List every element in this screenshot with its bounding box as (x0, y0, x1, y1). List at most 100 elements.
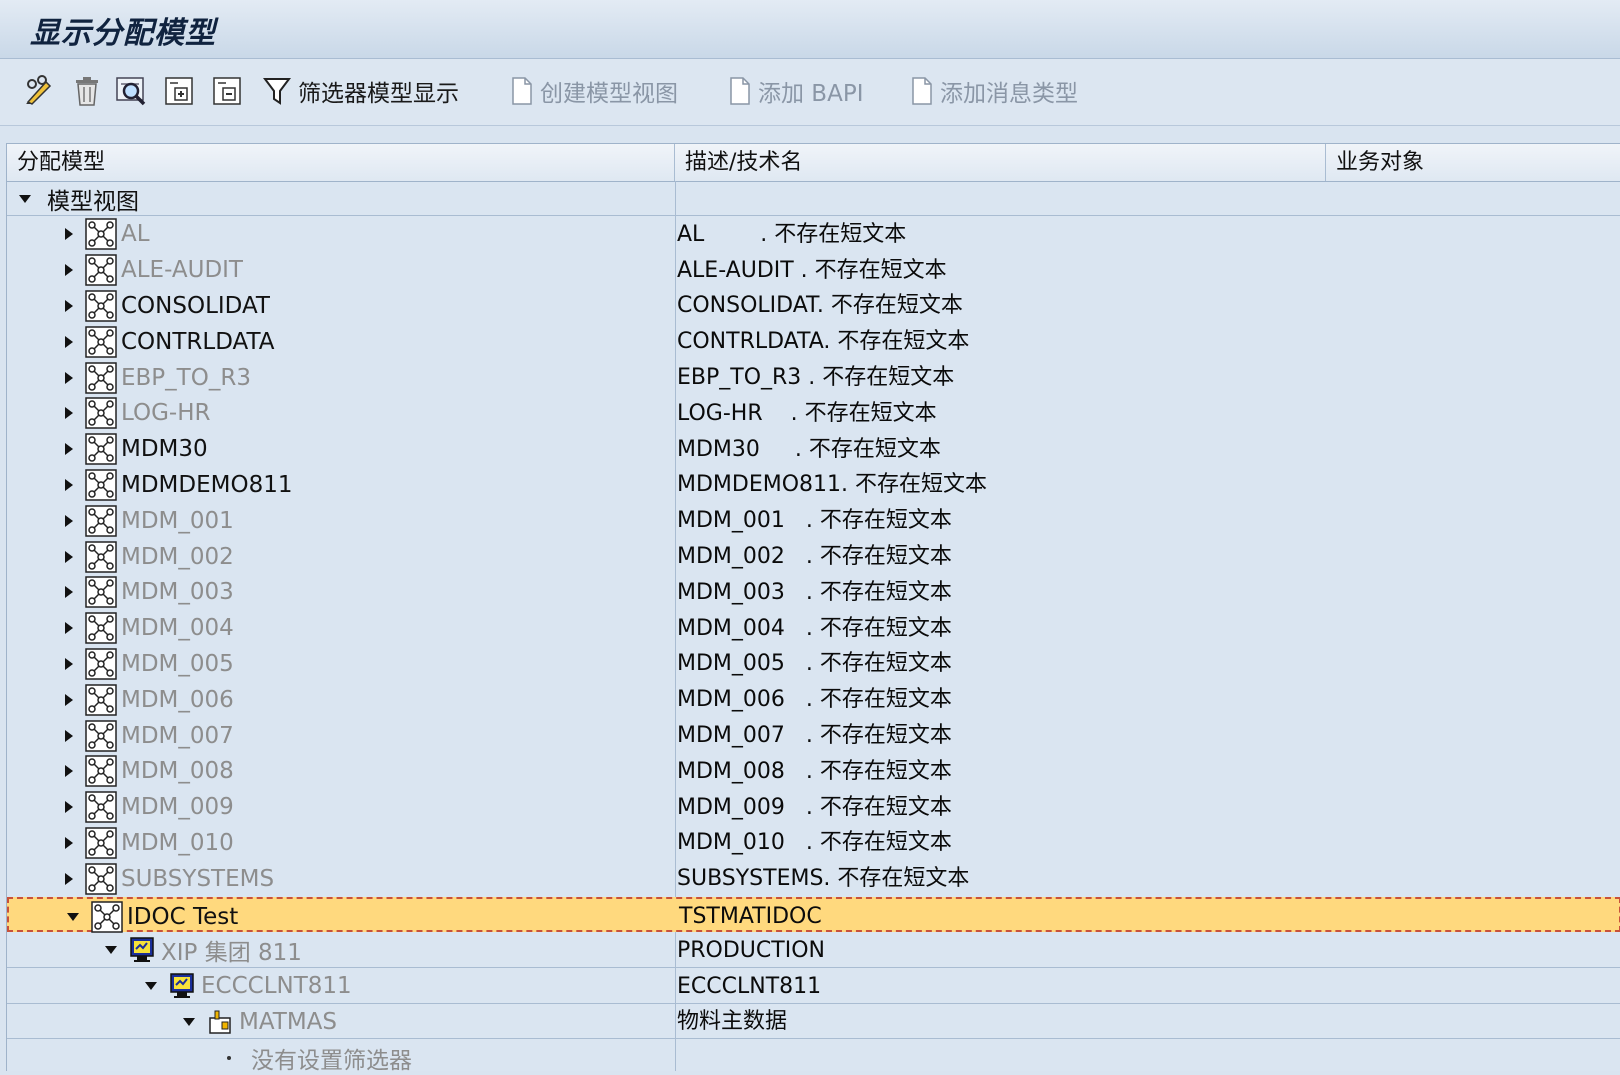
collapse-all-button[interactable] (212, 73, 244, 109)
tree-row-model[interactable]: EBP_TO_R3 EBP_TO_R3 . 不存在短文本 (7, 360, 1620, 395)
tree-node[interactable]: CONTRLDATA (65, 324, 274, 359)
tree-row-model[interactable]: MDM_009 MDM_009 . 不存在短文本 (7, 790, 1620, 825)
tree-row-model[interactable]: MDM_008 MDM_008 . 不存在短文本 (7, 754, 1620, 789)
expanded-node-icon[interactable] (67, 912, 79, 921)
expanded-node-icon[interactable] (145, 982, 157, 991)
description-cell: MDM_004 . 不存在短文本 (677, 615, 952, 641)
logical-system-icon (169, 972, 197, 1000)
tree-node[interactable]: ALE-AUDIT (65, 253, 243, 288)
tree-node[interactable]: 模型视图 (19, 181, 139, 216)
tree-node[interactable]: EBP_TO_R3 (65, 360, 251, 395)
tree-row-model[interactable]: MDM_003 MDM_003 . 不存在短文本 (7, 575, 1620, 610)
tree-row-model[interactable]: MDM_001 MDM_001 . 不存在短文本 (7, 503, 1620, 538)
filter-model-display-button[interactable]: 筛选器模型显示 (262, 73, 459, 109)
create-model-view-button[interactable]: 创建模型视图 (510, 73, 678, 109)
column-header-model[interactable]: 分配模型 (7, 144, 675, 181)
distribution-model-icon (85, 862, 117, 895)
collapsed-node-icon[interactable] (65, 228, 73, 241)
tree-node[interactable]: MDM_010 (65, 825, 234, 860)
node-label: MDM_009 (121, 794, 234, 821)
pencil-glasses-icon (22, 74, 56, 108)
collapsed-node-icon[interactable] (65, 729, 73, 742)
collapsed-node-icon[interactable] (65, 693, 73, 706)
expand-all-button[interactable] (164, 73, 196, 109)
tree-row-receiver[interactable]: ECCCLNT811 ECCCLNT811 (7, 969, 1620, 1004)
collapsed-node-icon[interactable] (65, 657, 73, 670)
tree-node[interactable]: XIP 集团 811 (105, 933, 302, 968)
expanded-node-icon[interactable] (19, 194, 31, 203)
column-header-business-object[interactable]: 业务对象 (1326, 144, 1620, 181)
tree-row-message-type[interactable]: MATMAS 物料主数据 (7, 1004, 1620, 1040)
tree-row-selected[interactable]: IDOC Test TSTMATIDOC (7, 897, 1620, 934)
tree-node[interactable]: MDM_009 (65, 790, 234, 825)
description-cell: SUBSYSTEMS. 不存在短文本 (677, 866, 970, 892)
tree-row-model[interactable]: MDM30 MDM30 . 不存在短文本 (7, 432, 1620, 467)
tree-node[interactable]: MDM_007 (65, 718, 234, 753)
collapsed-node-icon[interactable] (65, 765, 73, 778)
collapsed-node-icon[interactable] (65, 872, 73, 885)
collapsed-node-icon[interactable] (65, 443, 73, 456)
collapsed-node-icon[interactable] (65, 586, 73, 599)
tree-node[interactable]: MDM_002 (65, 539, 234, 574)
collapsed-node-icon[interactable] (65, 622, 73, 635)
tree-node[interactable]: CONSOLIDAT (65, 288, 270, 323)
collapsed-node-icon[interactable] (65, 299, 73, 312)
description-cell: MDM_002 . 不存在短文本 (677, 544, 952, 569)
find-button[interactable] (114, 73, 150, 109)
tree-row-model[interactable]: ALE-AUDIT ALE-AUDIT . 不存在短文本 (7, 253, 1620, 288)
collapsed-node-icon[interactable] (65, 836, 73, 849)
collapsed-node-icon[interactable] (65, 550, 73, 563)
add-bapi-button[interactable]: 添加 BAPI (728, 73, 863, 109)
tree-row-model[interactable]: AL AL . 不存在短文本 (7, 217, 1620, 252)
tree-node[interactable]: MATMAS (183, 1004, 337, 1039)
tree-node[interactable]: IDOC Test (67, 899, 238, 934)
tree-row-model[interactable]: MDM_005 MDM_005 . 不存在短文本 (7, 646, 1620, 681)
collapsed-node-icon[interactable] (65, 264, 73, 277)
description-cell: MDM_007 . 不存在短文本 (677, 723, 952, 748)
edit-button[interactable] (22, 73, 56, 109)
expanded-node-icon[interactable] (183, 1017, 195, 1026)
tree-row-model[interactable]: CONSOLIDAT CONSOLIDAT. 不存在短文本 (7, 288, 1620, 323)
collapsed-node-icon[interactable] (65, 514, 73, 527)
tree-node[interactable]: MDM_001 (65, 503, 234, 538)
tree-node[interactable]: SUBSYSTEMS (65, 861, 274, 896)
tree-node[interactable]: MDM30 (65, 432, 208, 467)
create-model-view-label: 创建模型视图 (540, 81, 678, 107)
tree-node[interactable]: AL (65, 217, 150, 252)
message-type-icon (207, 1008, 235, 1036)
column-header-row: 分配模型 描述/技术名 业务对象 (7, 144, 1620, 182)
tree-row-model[interactable]: CONTRLDATA CONTRLDATA. 不存在短文本 (7, 324, 1620, 359)
column-header-description[interactable]: 描述/技术名 (675, 144, 1326, 181)
tree-row-model[interactable]: MDM_002 MDM_002 . 不存在短文本 (7, 539, 1620, 574)
tree-node[interactable]: MDM_008 (65, 754, 234, 789)
tree-row-root[interactable]: 模型视图 (7, 181, 1620, 216)
tree-node[interactable]: ECCCLNT811 (145, 969, 352, 1004)
add-message-type-button[interactable]: 添加消息类型 (910, 73, 1078, 109)
tree-node[interactable]: MDMDEMO811 (65, 467, 293, 502)
tree-row-sender[interactable]: XIP 集团 811 PRODUCTION (7, 933, 1620, 968)
tree-row-model[interactable]: SUBSYSTEMS SUBSYSTEMS. 不存在短文本 (7, 861, 1620, 896)
tree-node[interactable]: MDM_006 (65, 682, 234, 717)
document-icon (910, 76, 934, 106)
tree-node[interactable]: MDM_003 (65, 575, 234, 610)
collapsed-node-icon[interactable] (65, 801, 73, 814)
node-label: MDM_007 (121, 722, 234, 749)
tree-node[interactable]: MDM_004 (65, 611, 234, 646)
filter-funnel-icon (262, 74, 292, 108)
tree-node[interactable]: MDM_005 (65, 646, 234, 681)
tree-row-model[interactable]: MDMDEMO811 MDMDEMO811. 不存在短文本 (7, 467, 1620, 502)
collapsed-node-icon[interactable] (65, 335, 73, 348)
tree-row-model[interactable]: MDM_006 MDM_006 . 不存在短文本 (7, 682, 1620, 717)
tree-row-model[interactable]: MDM_007 MDM_007 . 不存在短文本 (7, 718, 1620, 753)
collapsed-node-icon[interactable] (65, 478, 73, 491)
description-cell: TSTMATIDOC (679, 904, 822, 929)
tree-node[interactable]: LOG-HR (65, 396, 211, 431)
delete-button[interactable] (72, 73, 102, 109)
tree-row-model[interactable]: MDM_010 MDM_010 . 不存在短文本 (7, 825, 1620, 860)
expanded-node-icon[interactable] (105, 946, 117, 955)
collapsed-node-icon[interactable] (65, 407, 73, 420)
tree-row-model[interactable]: LOG-HR LOG-HR . 不存在短文本 (7, 396, 1620, 431)
document-icon (728, 76, 752, 106)
collapsed-node-icon[interactable] (65, 371, 73, 384)
tree-row-model[interactable]: MDM_004 MDM_004 . 不存在短文本 (7, 611, 1620, 646)
